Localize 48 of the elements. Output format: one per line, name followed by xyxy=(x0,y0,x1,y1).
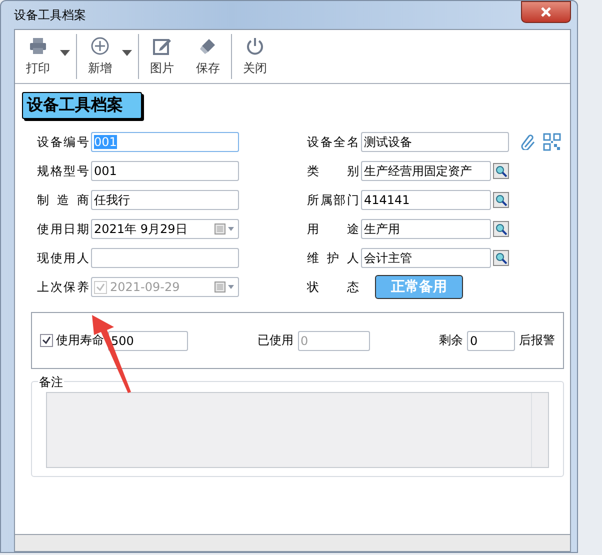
input-field[interactable]: 0 xyxy=(467,330,515,350)
power-icon xyxy=(245,36,265,56)
field-label: 状 态 xyxy=(307,278,359,296)
window-title: 设备工具档案 xyxy=(14,6,86,24)
toolbar-button[interactable]: 图片 xyxy=(139,30,185,83)
edit-icon xyxy=(152,36,172,56)
checkbox[interactable] xyxy=(40,334,53,347)
input-field[interactable]: 414141 xyxy=(361,190,491,210)
date-field[interactable]: 2021年 9月29日 xyxy=(91,219,239,239)
input-field[interactable]: 测试设备 xyxy=(361,132,509,152)
paperclip-icon[interactable] xyxy=(521,134,535,150)
search-button[interactable] xyxy=(493,221,509,237)
close-button[interactable] xyxy=(521,1,571,23)
remarks-field[interactable] xyxy=(46,392,549,468)
form-heading: 设备工具档案 xyxy=(22,92,142,119)
qr-code-icon[interactable] xyxy=(543,133,561,151)
plus-icon xyxy=(90,36,110,56)
field-label: 类 别 xyxy=(307,162,359,180)
search-button[interactable] xyxy=(493,250,509,266)
field-label: 使用日期 xyxy=(37,220,89,238)
field-label: 上次保养 xyxy=(37,278,89,296)
field-label: 设备全名 xyxy=(307,134,359,150)
field-label: 维 护 人 xyxy=(307,250,359,266)
input-field[interactable]: 生产经营用固定资产 xyxy=(361,161,491,181)
input-field[interactable]: 任我行 xyxy=(91,190,239,210)
printer-icon xyxy=(28,36,48,56)
field-label: 现使用人 xyxy=(37,250,89,266)
field-label: 所属部门 xyxy=(307,192,359,208)
input-field[interactable]: 001 xyxy=(91,161,239,181)
calendar-dropdown-icon[interactable] xyxy=(214,223,236,235)
input-field[interactable]: 会计主管 xyxy=(361,248,491,268)
field-label: 后报警 xyxy=(519,332,555,349)
toolbar-button[interactable]: 保存 xyxy=(185,30,231,83)
field-label: 规格型号 xyxy=(37,162,89,180)
field-label: 设备编号 xyxy=(37,134,89,150)
close-icon xyxy=(540,7,552,17)
search-button[interactable] xyxy=(493,192,509,208)
field-label: 制 造 商 xyxy=(37,192,89,208)
field-label: 使用寿命 xyxy=(56,332,104,349)
field-label: 用 途 xyxy=(307,220,359,238)
search-button[interactable] xyxy=(493,163,509,179)
input-field[interactable]: 生产用 xyxy=(361,219,491,239)
toolbar-button[interactable]: 关闭 xyxy=(232,30,278,83)
toolbar-button[interactable]: 新增 xyxy=(77,30,138,83)
toolbar-button[interactable]: 打印 xyxy=(15,30,76,83)
input-field[interactable] xyxy=(91,248,239,268)
field-label: 剩余 xyxy=(439,332,463,349)
field-label: 已使用 xyxy=(258,332,294,349)
